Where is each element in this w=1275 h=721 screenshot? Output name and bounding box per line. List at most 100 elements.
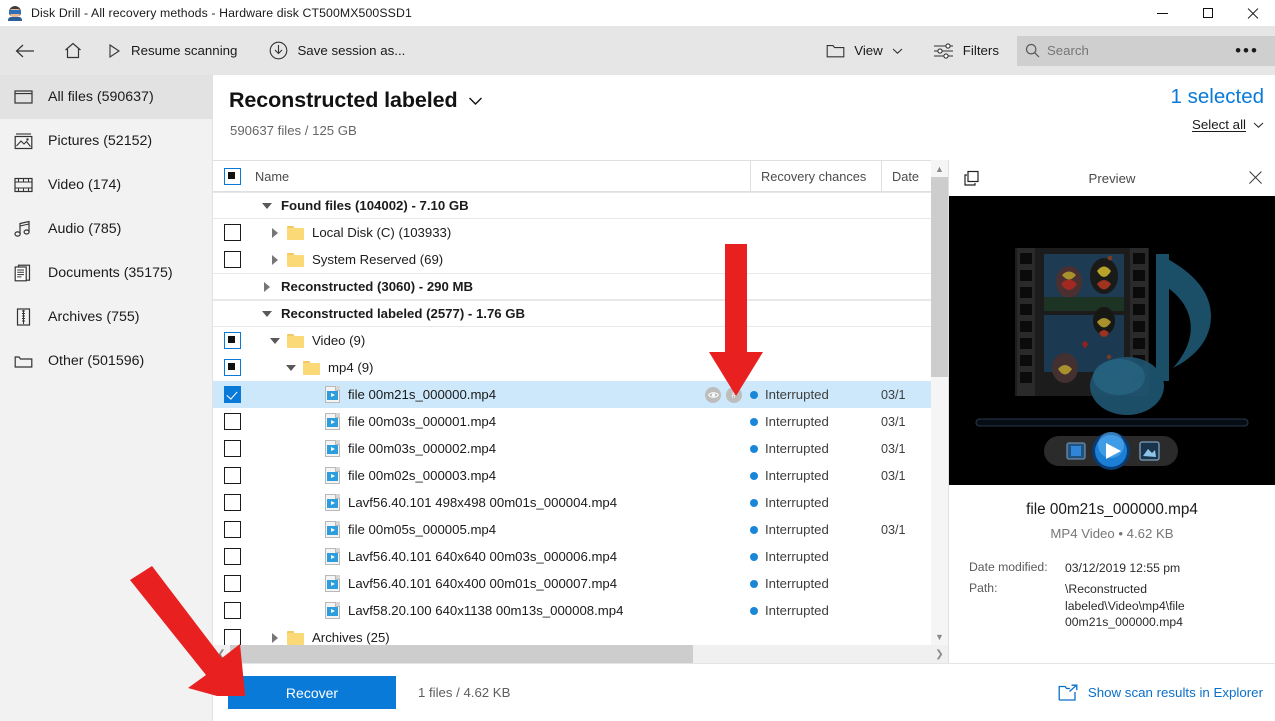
table-row[interactable]: Lavf56.40.101 498x498 00m01s_000004.mp4 I… bbox=[213, 489, 948, 516]
video-file-icon bbox=[325, 413, 340, 430]
horizontal-scroll-thumb[interactable] bbox=[230, 645, 693, 663]
row-checkbox[interactable] bbox=[213, 548, 251, 565]
row-checkbox[interactable] bbox=[213, 224, 251, 241]
row-checkbox[interactable] bbox=[213, 575, 251, 592]
table-row[interactable]: file 00m05s_000005.mp4 Interrupted 03/1 bbox=[213, 516, 948, 543]
table-row[interactable]: Lavf58.20.100 640x1138 00m13s_000008.mp4… bbox=[213, 597, 948, 624]
table-row[interactable]: System Reserved (69) bbox=[213, 246, 948, 273]
expand-triangle-icon[interactable] bbox=[263, 227, 287, 238]
save-session-button[interactable]: Save session as... bbox=[259, 26, 415, 75]
table-row[interactable]: Found files (104002) - 7.10 GB bbox=[213, 192, 948, 219]
row-checkbox[interactable] bbox=[213, 440, 251, 457]
content-header: Reconstructed labeled 590637 files / 125… bbox=[213, 75, 1275, 160]
vertical-scrollbar[interactable]: ▲ ▼ bbox=[931, 160, 948, 645]
sidebar-item-audio[interactable]: Audio (785) bbox=[0, 207, 212, 251]
row-recovery-cell: Interrupted bbox=[750, 414, 881, 429]
show-scan-results-button[interactable]: Show scan results in Explorer bbox=[1058, 684, 1263, 702]
back-button[interactable] bbox=[0, 26, 50, 75]
title-chevron-down-icon[interactable] bbox=[468, 96, 483, 106]
row-name-cell: file 00m03s_000001.mp4 bbox=[251, 413, 750, 430]
sidebar-item-documents[interactable]: Documents (35175) bbox=[0, 251, 212, 295]
resume-scanning-button[interactable]: Resume scanning bbox=[96, 26, 247, 75]
sidebar-item-all-files[interactable]: All files (590637) bbox=[0, 75, 212, 119]
preview-header: Preview bbox=[949, 160, 1275, 196]
checkbox-glyph bbox=[223, 467, 241, 484]
table-row[interactable]: Lavf56.40.101 640x400 00m01s_000007.mp4 I… bbox=[213, 570, 948, 597]
collapse-triangle-icon[interactable] bbox=[279, 364, 303, 371]
table-row[interactable]: mp4 (9) bbox=[213, 354, 948, 381]
row-checkbox[interactable] bbox=[213, 413, 251, 430]
field-key: Path: bbox=[969, 581, 998, 596]
row-checkbox[interactable] bbox=[213, 602, 251, 619]
video-file-icon bbox=[325, 548, 340, 565]
row-checkbox[interactable] bbox=[213, 251, 251, 268]
row-name-cell: mp4 (9) bbox=[251, 360, 750, 375]
sidebar-item-label: Video (174) bbox=[48, 177, 122, 193]
triangle-glyph bbox=[264, 281, 270, 292]
row-name-cell: Lavf56.40.101 640x640 00m03s_000006.mp4 bbox=[251, 548, 750, 565]
table-row[interactable]: Video (9) bbox=[213, 327, 948, 354]
column-header-name[interactable]: Name bbox=[251, 169, 750, 184]
scroll-down-button[interactable]: ▼ bbox=[931, 628, 948, 645]
collapse-triangle-icon[interactable] bbox=[255, 310, 279, 317]
field-value: 03/12/2019 12:55 pm bbox=[1065, 561, 1181, 575]
hash-icon[interactable]: # bbox=[726, 386, 742, 403]
select-all-button[interactable]: Select all bbox=[1192, 117, 1264, 132]
row-checkbox[interactable] bbox=[213, 521, 251, 538]
table-row[interactable]: file 00m03s_000002.mp4 Interrupted 03/1 bbox=[213, 435, 948, 462]
expand-triangle-icon[interactable] bbox=[263, 254, 287, 265]
maximize-button[interactable] bbox=[1185, 0, 1230, 26]
home-button[interactable] bbox=[50, 26, 96, 75]
scroll-up-button[interactable]: ▲ bbox=[931, 160, 948, 177]
triangle-glyph bbox=[272, 254, 278, 265]
scroll-right-button[interactable]: ❯ bbox=[931, 649, 948, 660]
table-row[interactable]: Archives (25) bbox=[213, 624, 948, 645]
scroll-left-button[interactable]: ❮ bbox=[213, 649, 230, 660]
horizontal-scrollbar[interactable]: ❮ ❯ bbox=[213, 645, 948, 663]
audio-icon bbox=[12, 220, 34, 238]
collapse-triangle-icon[interactable] bbox=[263, 337, 287, 344]
row-checkbox[interactable] bbox=[213, 494, 251, 511]
table-row[interactable]: Local Disk (C) (103933) bbox=[213, 219, 948, 246]
horizontal-scroll-track[interactable] bbox=[230, 645, 931, 663]
row-checkbox[interactable] bbox=[213, 629, 251, 645]
collapse-triangle-icon[interactable] bbox=[255, 202, 279, 209]
minimize-button[interactable] bbox=[1140, 0, 1185, 26]
table-row[interactable]: file 00m21s_000000.mp4 # Interrupted 03/1 bbox=[213, 381, 948, 408]
vertical-scroll-thumb[interactable] bbox=[931, 177, 948, 377]
row-checkbox[interactable] bbox=[213, 386, 251, 403]
row-date-cell: 03/1 bbox=[881, 387, 906, 402]
preview-file-type: MP4 Video • 4.62 KB bbox=[1050, 526, 1174, 541]
row-label: Archives (25) bbox=[312, 630, 390, 645]
recover-button[interactable]: Recover bbox=[228, 676, 396, 709]
table-row[interactable]: Lavf56.40.101 640x640 00m03s_000006.mp4 I… bbox=[213, 543, 948, 570]
table-row[interactable]: Reconstructed (3060) - 290 MB bbox=[213, 273, 948, 300]
row-name-cell: Local Disk (C) (103933) bbox=[251, 225, 750, 240]
column-header-date[interactable]: Date bbox=[881, 160, 931, 192]
table-row[interactable]: Reconstructed labeled (2577) - 1.76 GB bbox=[213, 300, 948, 327]
sidebar-item-pictures[interactable]: Pictures (52152) bbox=[0, 119, 212, 163]
close-button[interactable] bbox=[1230, 0, 1275, 26]
row-recovery-cell: Interrupted bbox=[750, 387, 881, 402]
expand-triangle-icon[interactable] bbox=[255, 281, 279, 292]
filters-button[interactable]: Filters bbox=[923, 26, 1009, 75]
folder-outline-icon bbox=[826, 43, 845, 59]
sidebar-item-other[interactable]: Other (501596) bbox=[0, 339, 212, 383]
preview-eye-icon[interactable] bbox=[705, 386, 721, 403]
select-all-checkbox[interactable] bbox=[213, 167, 251, 185]
close-preview-icon[interactable] bbox=[1248, 170, 1263, 185]
sidebar-item-archives[interactable]: Archives (755) bbox=[0, 295, 212, 339]
sidebar-item-video[interactable]: Video (174) bbox=[0, 163, 212, 207]
row-label: Lavf58.20.100 640x1138 00m13s_000008.mp4 bbox=[348, 603, 624, 618]
sidebar-item-label: Audio (785) bbox=[48, 221, 122, 237]
more-options-button[interactable]: ••• bbox=[1227, 26, 1267, 75]
table-row[interactable]: file 00m03s_000001.mp4 Interrupted 03/1 bbox=[213, 408, 948, 435]
row-checkbox[interactable] bbox=[213, 332, 251, 349]
row-checkbox[interactable] bbox=[213, 467, 251, 484]
column-header-recovery[interactable]: Recovery chances bbox=[750, 160, 881, 192]
table-row[interactable]: file 00m02s_000003.mp4 Interrupted 03/1 bbox=[213, 462, 948, 489]
row-checkbox[interactable] bbox=[213, 359, 251, 376]
expand-triangle-icon[interactable] bbox=[263, 632, 287, 643]
view-button[interactable]: View bbox=[816, 26, 913, 75]
folder-icon bbox=[287, 630, 304, 645]
